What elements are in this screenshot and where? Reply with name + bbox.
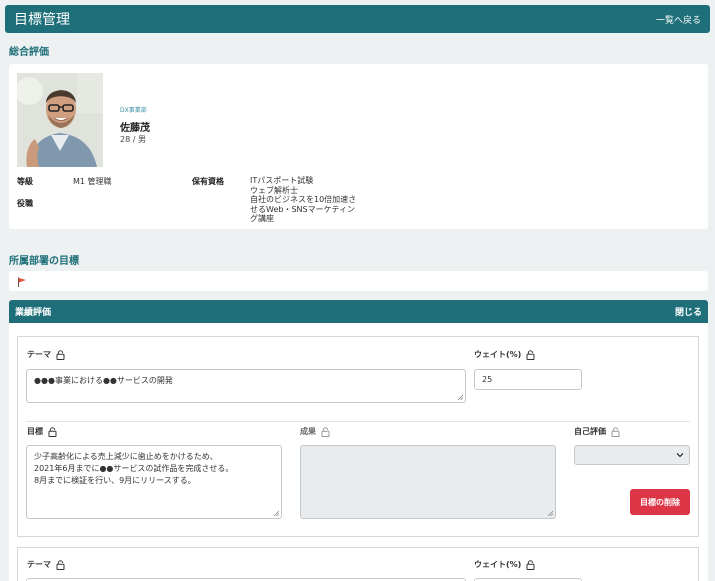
goal-textarea[interactable]: 少子高齢化による売上減少に歯止めをかけるため、 2021年6月までに●●サービス… xyxy=(26,445,282,519)
self-eval-label: 自己評価 xyxy=(574,426,620,437)
qualifications-label: 保有資格 xyxy=(192,177,224,186)
performance-header: 業績評価 閉じる xyxy=(9,300,708,323)
profile-name: 佐藤茂 xyxy=(120,123,150,134)
delete-goal-button[interactable]: 目標の削除 xyxy=(630,489,690,515)
qualification-item: ITパスポート試験 xyxy=(250,176,314,185)
result-label: 成果 xyxy=(300,426,330,437)
weight-label: ウェイト(%) xyxy=(474,349,535,360)
theme-label: テーマ xyxy=(27,349,65,360)
lock-icon xyxy=(56,349,65,360)
back-to-list-link[interactable]: 一覧へ戻る xyxy=(656,13,701,26)
lock-icon xyxy=(48,426,57,437)
goal-divider xyxy=(26,421,690,422)
goal-label: 目標 xyxy=(27,426,57,437)
resize-grip-icon[interactable] xyxy=(457,394,463,400)
goal-card xyxy=(17,547,699,581)
dept-goals-section-title: 所属部署の目標 xyxy=(9,256,79,267)
overall-section-title: 総合評価 xyxy=(9,47,49,58)
grade-value: M1 管理職 xyxy=(73,177,112,186)
performance-section-title: 業績評価 xyxy=(15,308,52,318)
weight-label: ウェイト(%) xyxy=(474,559,535,570)
grade-label: 等級 xyxy=(17,177,33,186)
avatar xyxy=(17,73,103,167)
weight-input[interactable]: 25 xyxy=(474,369,582,390)
dept-goals-card xyxy=(9,271,708,291)
page-title: 目標管理 xyxy=(14,12,70,28)
result-textarea[interactable] xyxy=(300,445,556,519)
theme-textarea[interactable]: ●●●事業における●●サービスの開発 xyxy=(26,369,466,403)
flag-icon xyxy=(18,277,26,287)
self-eval-select[interactable] xyxy=(574,445,690,465)
resize-grip-icon[interactable] xyxy=(273,510,279,516)
qualification-item: グ講座 xyxy=(250,214,274,223)
qualification-item: ウェブ解析士 xyxy=(250,185,298,195)
qualifications-list: ITパスポート試験 ウェブ解析士 自社のビジネスを10倍加速さ せるWeb・SN… xyxy=(250,176,360,224)
unlock-icon xyxy=(321,426,330,437)
position-label: 役職 xyxy=(17,199,33,208)
resize-grip-icon[interactable] xyxy=(547,510,553,516)
qualification-item: 自社のビジネスを10倍加速さ xyxy=(250,195,357,204)
unlock-icon xyxy=(611,426,620,437)
theme-label: テーマ xyxy=(27,559,65,570)
profile-department: DX事業部 xyxy=(120,107,147,114)
lock-icon xyxy=(56,559,65,570)
lock-icon xyxy=(526,559,535,570)
page-header: 目標管理 一覧へ戻る xyxy=(5,5,710,33)
lock-icon xyxy=(526,349,535,360)
close-performance-button[interactable]: 閉じる xyxy=(675,305,702,318)
chevron-down-icon xyxy=(676,453,684,458)
profile-age-gender: 28 / 男 xyxy=(120,135,146,144)
qualification-item: せるWeb・SNSマーケティン xyxy=(250,204,355,214)
